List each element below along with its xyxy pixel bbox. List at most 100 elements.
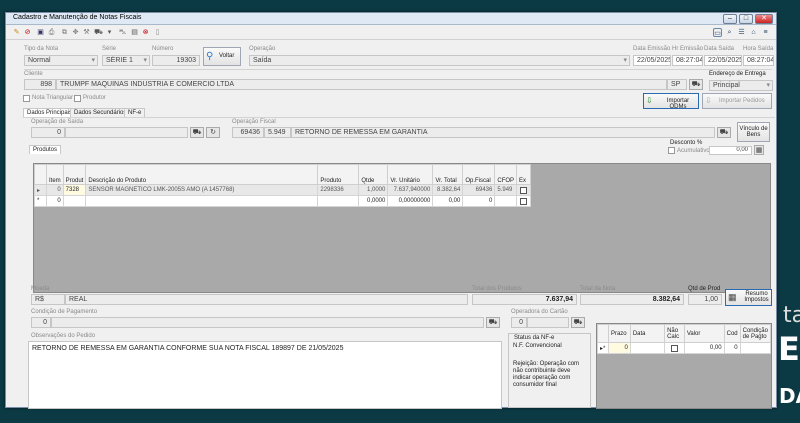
save-icon[interactable]: ▣ (36, 28, 45, 37)
col-vr-total[interactable]: Vr. Total (432, 164, 464, 185)
cell-vr-unitario[interactable]: 0,00000000 (387, 195, 434, 207)
cell-produt[interactable] (62, 195, 87, 207)
operacao-select[interactable]: Saída (249, 55, 630, 66)
nota-triangular-checkbox[interactable] (23, 95, 30, 102)
cell-condicao[interactable] (739, 342, 772, 354)
cell-qtde[interactable]: 1,0000 (358, 184, 389, 196)
col-cod[interactable]: Cod (723, 324, 741, 343)
tab-nfe[interactable]: NF-e (124, 108, 146, 117)
search-fiscal-icon[interactable]: ⛟ (717, 127, 731, 138)
table-row[interactable]: ▸* 0 0,00 0 (597, 342, 772, 354)
hr-emissao-field[interactable]: 08:27:04 (672, 55, 703, 66)
nao-calc-checkbox[interactable] (670, 344, 678, 352)
search-cliente-icon[interactable]: ⛟ (689, 79, 703, 90)
operacao-fiscal-code[interactable]: 69436 (232, 127, 264, 138)
col-produt[interactable]: Produt (62, 164, 87, 185)
cell-qtde[interactable]: 0,0000 (358, 195, 389, 207)
importar-odms-button[interactable]: ⇩ Importar ODMs (643, 93, 699, 110)
close-button[interactable]: ✕ (755, 14, 773, 24)
cell-cfop[interactable] (494, 195, 518, 207)
col-prazo[interactable]: Prazo (607, 324, 631, 343)
cartao-code[interactable]: 0 (511, 317, 527, 328)
col-condicao[interactable]: Condição de Pagto (739, 324, 772, 343)
pagamento-code[interactable]: 0 (31, 317, 51, 328)
cliente-code-field[interactable]: 898 (24, 79, 56, 90)
pagamento-desc[interactable] (51, 317, 484, 328)
cancel-icon[interactable]: ⊘ (23, 28, 32, 37)
calculator-icon[interactable]: ▦ (754, 145, 764, 155)
minimize-button[interactable]: – (723, 14, 737, 24)
serie-select[interactable]: SÉRIE 1 (102, 55, 150, 66)
col-produto[interactable]: Produto (317, 164, 360, 185)
col-ex[interactable]: Ex (516, 164, 532, 185)
col-vr-unitario[interactable]: Vr. Unitário (387, 164, 434, 185)
col-op-fiscal[interactable]: Op.Fiscal (462, 164, 496, 185)
cell-cod[interactable]: 0 (723, 342, 741, 354)
cell-prazo[interactable]: 0 (607, 342, 631, 354)
clipboard-icon[interactable]: ▯ (153, 28, 162, 37)
menu-icon[interactable]: ≡ (761, 28, 770, 37)
cell-cfop[interactable]: 5.949 (494, 184, 518, 196)
refresh-icon[interactable]: ↻ (206, 127, 220, 138)
operacao-saida-desc[interactable] (65, 127, 188, 138)
resumo-impostos-button[interactable]: ▦ Resumo Impostos (725, 289, 772, 306)
cell-item[interactable]: 0 (46, 184, 64, 196)
col-item[interactable]: Item (46, 164, 64, 185)
cell-produto[interactable] (317, 195, 360, 207)
col-cfop[interactable]: CFOP (494, 164, 518, 185)
cliente-name-field[interactable]: TRUMPF MAQUINAS INDUSTRIA E COMERCIO LTD… (56, 79, 667, 90)
moeda-name-field[interactable]: REAL (65, 294, 468, 305)
table-row[interactable]: ▸ 0 7328 SENSOR MAGNETICO LMK-2005S AMO … (34, 184, 532, 196)
search-cartao-icon[interactable]: ⛟ (571, 317, 585, 328)
tipo-nota-select[interactable]: Normal (24, 55, 98, 66)
cell-produt[interactable]: 7328 (62, 184, 87, 196)
cell-nao-calc[interactable] (664, 342, 685, 354)
cell-item[interactable]: 0 (46, 195, 64, 207)
cell-descricao[interactable] (85, 195, 319, 207)
cell-op-fiscal[interactable]: 69436 (462, 184, 496, 196)
tools-icon[interactable]: ⚒ (82, 28, 91, 37)
document-icon[interactable]: ▤ (130, 28, 139, 37)
search-pagamento-icon[interactable]: ⛟ (486, 317, 500, 328)
voltar-button[interactable]: ⚲ Voltar (203, 47, 241, 66)
maximize-button[interactable]: □ (739, 14, 753, 24)
car-icon[interactable]: ⛍ (118, 28, 127, 37)
truck-icon[interactable]: ⛟ (94, 28, 103, 37)
cell-produto[interactable]: 2298336 (317, 184, 360, 196)
operacao-saida-code[interactable]: 0 (31, 127, 65, 138)
col-nao-calc[interactable]: Não Calc (664, 324, 685, 343)
tab-produtos[interactable]: Produtos (29, 145, 62, 154)
cell-vr-unitario[interactable]: 7.637,940000 (387, 184, 434, 196)
data-emissao-field[interactable]: 22/05/2025 (633, 55, 671, 66)
home-icon[interactable]: ⌂ (749, 28, 758, 37)
window-icon[interactable]: ▭ (713, 28, 722, 37)
edit-icon[interactable]: ✎ (12, 28, 21, 37)
tab-dados-secundarios[interactable]: Dados Secundários (70, 108, 131, 117)
hora-saida-field[interactable]: 08:27:04 (743, 55, 774, 66)
cell-descricao[interactable]: SENSOR MAGNETICO LMK-2005S AMO (A 145776… (85, 184, 319, 196)
search-icon[interactable]: ⌕ (725, 28, 734, 37)
cell-valor[interactable]: 0,00 (683, 342, 725, 354)
acumulativo-checkbox[interactable] (668, 147, 675, 154)
block-icon[interactable]: ⊗ (141, 28, 150, 37)
tab-dados-principais[interactable]: Dados Principais (23, 108, 77, 117)
cell-op-fiscal[interactable]: 0 (462, 195, 496, 207)
produtor-checkbox[interactable] (74, 95, 81, 102)
vinculo-bens-button[interactable]: Vínculo de Bens (737, 122, 770, 142)
ex-checkbox[interactable] (520, 186, 528, 194)
col-data[interactable]: Data (629, 324, 666, 343)
cartao-desc[interactable] (527, 317, 569, 328)
endereco-select[interactable]: Principal (709, 80, 773, 91)
cell-ex[interactable] (516, 195, 532, 207)
table-row[interactable]: * 0 0,0000 0,00000000 0,00 0 (34, 195, 532, 207)
col-qtde[interactable]: Qtde (358, 164, 389, 185)
cell-vr-total[interactable]: 0,00 (432, 195, 464, 207)
cell-ex[interactable] (516, 184, 532, 196)
ex-checkbox[interactable] (520, 197, 528, 205)
cell-data[interactable] (629, 342, 666, 354)
print-icon[interactable]: ⎙ (47, 28, 56, 37)
copy-icon[interactable]: ⧉ (60, 28, 69, 37)
col-descricao[interactable]: Descrição do Produto (85, 164, 319, 185)
data-saida-field[interactable]: 22/05/2025 (704, 55, 742, 66)
desconto-field[interactable]: 0,00 (709, 146, 752, 155)
